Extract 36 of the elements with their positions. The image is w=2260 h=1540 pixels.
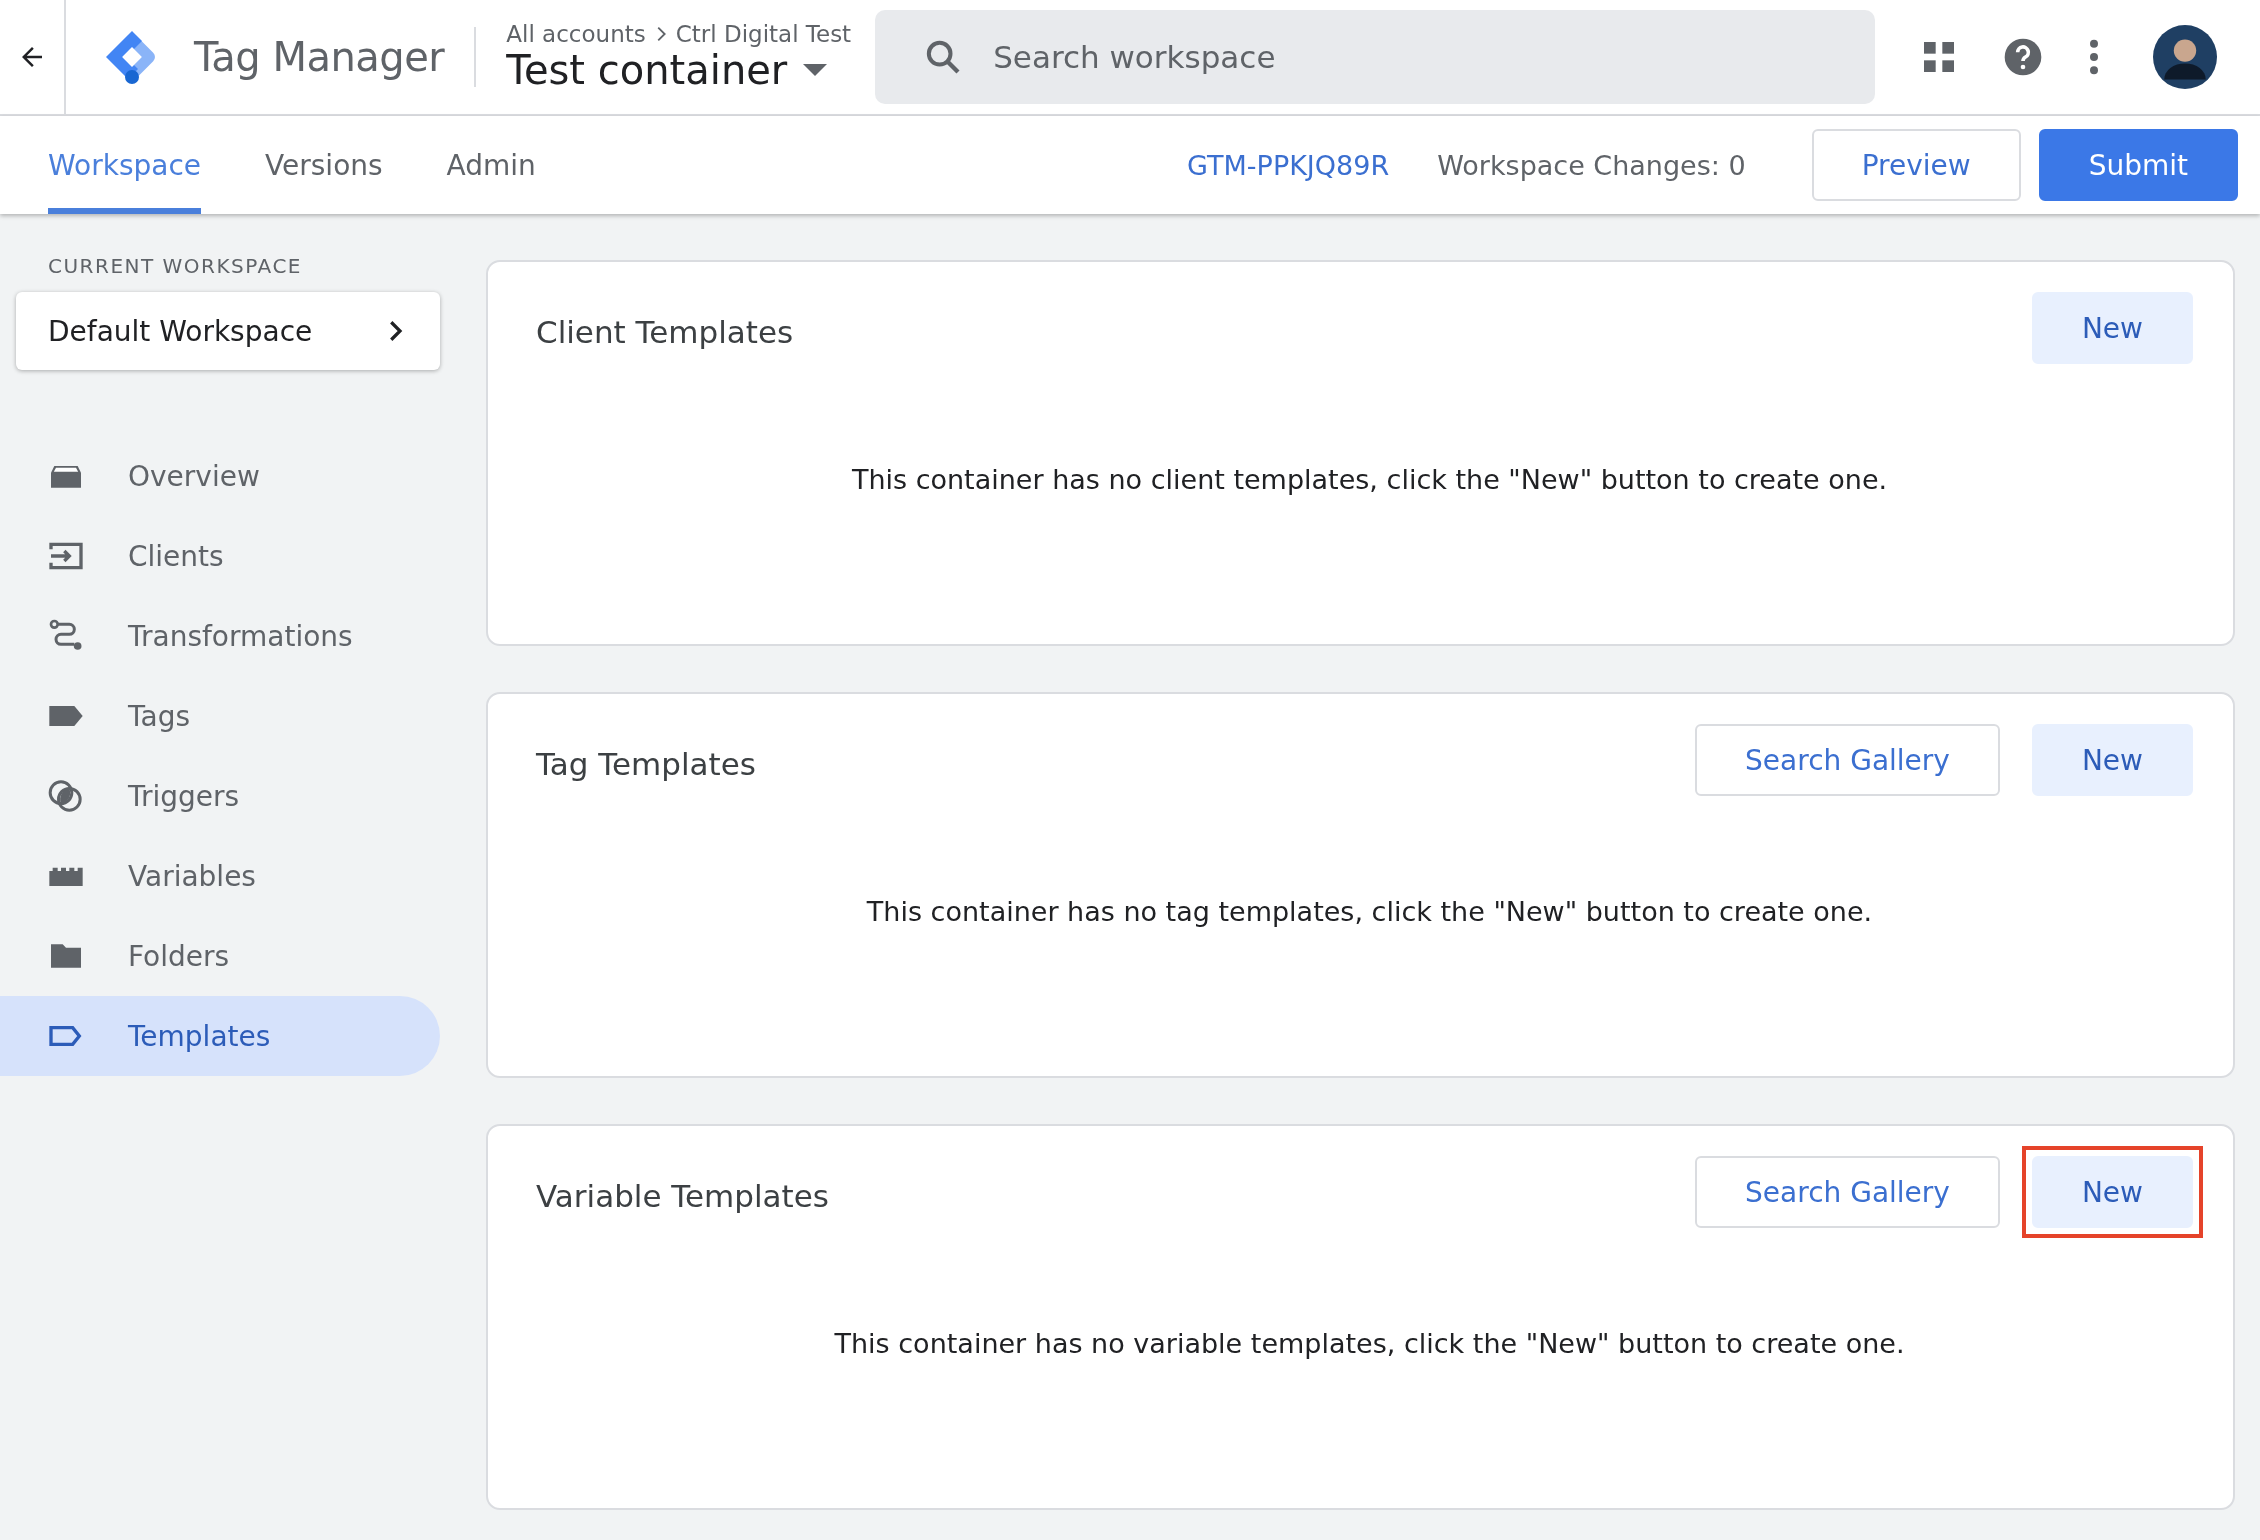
help-icon[interactable]	[2003, 37, 2044, 77]
sidebar-item[interactable]: Transformations	[0, 596, 440, 676]
breadcrumb-link[interactable]: All accounts	[506, 21, 646, 47]
search-field[interactable]: Search workspace	[875, 10, 1876, 104]
sidebar-item[interactable]: Tags	[0, 676, 440, 756]
sidebar-item[interactable]: Templates	[0, 996, 440, 1076]
workspace-selector[interactable]: Default Workspace	[16, 292, 440, 370]
card-title: Variable Templates	[536, 1178, 829, 1214]
container-selector[interactable]: Test container	[506, 47, 852, 93]
card-title: Tag Templates	[536, 746, 756, 782]
section-heading: CURRENT WORKSPACE	[48, 254, 303, 278]
avatar-icon[interactable]	[2153, 25, 2218, 89]
empty-message: This container has no tag templates, click the "New" button to create one.	[865, 896, 1874, 927]
sidebar-item[interactable]: Triggers	[0, 756, 440, 836]
workspace-changes: Workspace Changes: 0	[1437, 149, 1746, 181]
preview-button[interactable]: Preview	[1811, 129, 2021, 201]
empty-message: This container has no client templates, click the "New" button to create one.	[850, 464, 1889, 495]
new-button[interactable]: New	[2031, 1156, 2193, 1228]
tab[interactable]: Workspace	[48, 116, 202, 214]
search-gallery-button[interactable]: Search Gallery	[1695, 724, 2000, 796]
sidebar-item[interactable]: Variables	[0, 836, 440, 916]
container-id-link[interactable]: GTM-PPKJQ89R	[1187, 149, 1390, 181]
search-gallery-button[interactable]: Search Gallery	[1695, 1156, 2000, 1228]
submit-button[interactable]: Submit	[2038, 129, 2238, 201]
new-button[interactable]: New	[2031, 724, 2193, 796]
new-button[interactable]: New	[2031, 292, 2193, 364]
tab[interactable]: Admin	[446, 116, 536, 214]
sidebar-item[interactable]: Clients	[0, 516, 440, 596]
breadcrumb-link[interactable]: Ctrl Digital Test	[675, 21, 852, 47]
product-name: Tag Manager	[194, 34, 445, 80]
sidebar-item[interactable]: Folders	[0, 916, 440, 996]
sidebar-item[interactable]: Overview	[0, 436, 440, 516]
tab[interactable]: Versions	[265, 116, 383, 214]
card-title: Client Templates	[536, 314, 794, 350]
empty-message: This container has no variable templates, click the "New" button to create one.	[833, 1328, 1906, 1359]
caret-icon	[803, 64, 828, 76]
